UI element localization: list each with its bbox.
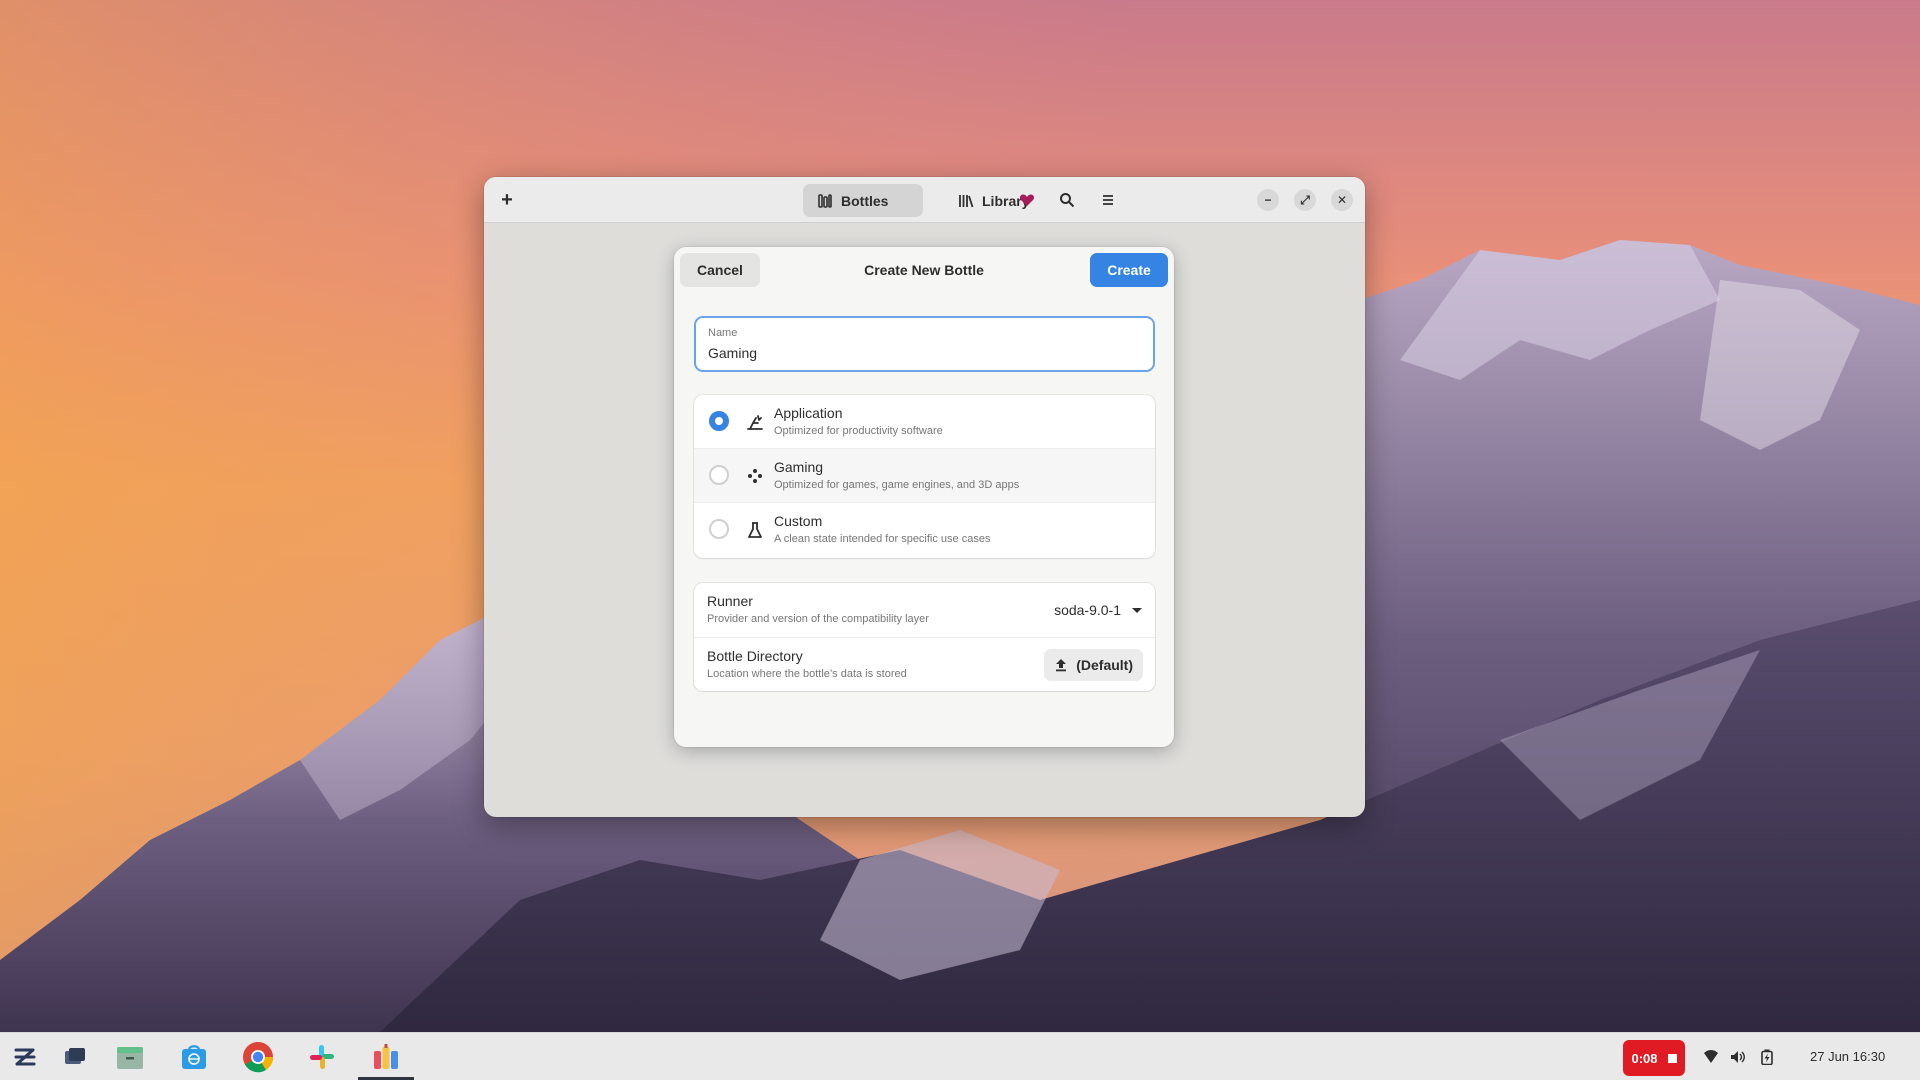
runner-dropdown[interactable]: soda-9.0-1 — [1054, 597, 1143, 623]
name-field[interactable]: Name Gaming — [694, 316, 1155, 372]
env-option-gaming[interactable]: Gaming Optimized for games, game engines… — [694, 449, 1155, 503]
wifi-status[interactable] — [1701, 1047, 1721, 1067]
header-bar: + Bottles Library − ⤢ ✕ — [484, 177, 1365, 223]
donate-button[interactable] — [1012, 185, 1042, 215]
library-icon — [959, 194, 974, 207]
workspace-icon — [65, 1048, 85, 1064]
battery-icon — [1761, 1049, 1773, 1065]
name-field-label: Name — [708, 327, 738, 339]
taskbar: 0:08 27 Jun 16:30 — [0, 1032, 1920, 1080]
search-button[interactable] — [1052, 185, 1082, 215]
name-field-value[interactable]: Gaming — [708, 345, 757, 361]
env-option-application[interactable]: Application Optimized for productivity s… — [694, 395, 1155, 449]
heart-icon — [1019, 194, 1035, 206]
recording-time: 0:08 — [1631, 1050, 1658, 1066]
runner-title: Runner — [707, 593, 753, 609]
search-icon — [1060, 193, 1075, 208]
create-bottle-dialog: Cancel Create New Bottle Create Name Gam… — [674, 247, 1174, 747]
radio-application[interactable] — [709, 411, 729, 431]
maximize-button[interactable]: ⤢ — [1294, 189, 1316, 211]
bottles-icon — [818, 193, 832, 208]
tab-bottles[interactable]: Bottles — [803, 184, 923, 217]
bottle-settings: Runner Provider and version of the compa… — [694, 583, 1155, 691]
files-icon — [117, 1047, 143, 1069]
zorin-menu-button[interactable] — [9, 1041, 41, 1073]
wifi-icon — [1704, 1050, 1718, 1063]
menu-icon — [1103, 195, 1113, 205]
zorin-menu-icon — [14, 1048, 36, 1066]
runner-row: Runner Provider and version of the compa… — [694, 583, 1155, 637]
custom-icon — [748, 522, 762, 538]
bottles-app-button[interactable] — [370, 1041, 402, 1073]
env-subtitle-application: Optimized for productivity software — [774, 425, 943, 437]
screen-recording-indicator[interactable]: 0:08 — [1623, 1040, 1685, 1076]
bottle-directory-button[interactable]: (Default) — [1044, 649, 1143, 681]
stop-recording-icon — [1667, 1053, 1677, 1063]
application-icon — [747, 415, 763, 430]
bottles-window: + Bottles Library − ⤢ ✕ Cancel Create Ne… — [484, 177, 1365, 817]
volume-icon — [1731, 1051, 1745, 1063]
bottle-directory-title: Bottle Directory — [707, 648, 803, 664]
create-button[interactable]: Create — [1090, 253, 1168, 287]
clock[interactable]: 27 Jun 16:30 — [1810, 1049, 1885, 1064]
bottle-directory-row: Bottle Directory Location where the bott… — [694, 637, 1155, 691]
upload-icon — [1056, 659, 1067, 672]
gaming-icon — [748, 469, 762, 483]
maximize-icon: ⤢ — [1300, 192, 1310, 207]
env-option-custom[interactable]: Custom A clean state intended for specif… — [694, 503, 1155, 557]
env-title-custom: Custom — [774, 513, 823, 529]
bottle-directory-button-label: (Default) — [1076, 657, 1133, 673]
files-button[interactable] — [114, 1041, 146, 1073]
minimize-button[interactable]: − — [1257, 189, 1279, 211]
software-store-button[interactable] — [178, 1041, 210, 1073]
environment-list: Application Optimized for productivity s… — [694, 395, 1155, 558]
runner-value: soda-9.0-1 — [1054, 602, 1121, 618]
battery-status[interactable] — [1757, 1047, 1777, 1067]
add-bottle-button[interactable]: + — [492, 185, 522, 215]
radio-custom[interactable] — [709, 519, 729, 539]
env-title-gaming: Gaming — [774, 459, 824, 475]
env-subtitle-gaming: Optimized for games, game engines, and 3… — [774, 479, 1020, 491]
slack-icon — [310, 1045, 334, 1069]
main-menu-button[interactable] — [1093, 185, 1123, 215]
slack-button[interactable] — [306, 1041, 338, 1073]
env-title-application: Application — [774, 405, 843, 421]
volume-status[interactable] — [1728, 1047, 1748, 1067]
bottles-app-icon — [374, 1044, 398, 1069]
software-store-icon — [182, 1045, 206, 1069]
env-subtitle-custom: A clean state intended for specific use … — [774, 533, 991, 545]
close-button[interactable]: ✕ — [1331, 189, 1353, 211]
bottle-directory-subtitle: Location where the bottle’s data is stor… — [707, 668, 907, 680]
minimize-icon: − — [1264, 193, 1272, 207]
workspace-button[interactable] — [59, 1041, 91, 1073]
tab-bottles-label: Bottles — [841, 192, 889, 209]
runner-subtitle: Provider and version of the compatibilit… — [707, 613, 929, 625]
radio-gaming[interactable] — [709, 465, 729, 485]
chrome-icon — [243, 1042, 274, 1073]
chevron-down-icon — [1132, 608, 1142, 613]
close-icon: ✕ — [1336, 193, 1348, 207]
chrome-button[interactable] — [242, 1041, 274, 1073]
